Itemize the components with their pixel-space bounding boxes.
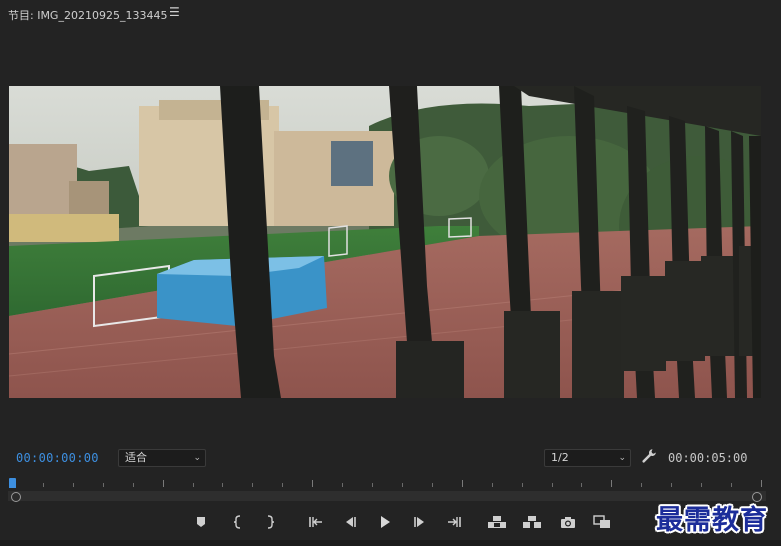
go-to-in-icon[interactable] (306, 512, 326, 532)
ruler-tick (222, 483, 224, 487)
watermark-logo: 最需教育 (656, 505, 768, 536)
ruler-tick (431, 483, 433, 487)
video-frame-image (9, 86, 761, 398)
timeline-track[interactable] (8, 491, 766, 501)
extract-icon[interactable] (522, 512, 542, 532)
hamburger-menu-icon[interactable]: ☰ (169, 5, 180, 19)
resolution-value: 1/2 (551, 451, 569, 464)
in-point-handle[interactable] (11, 492, 21, 502)
video-frame[interactable] (9, 86, 761, 398)
chevron-down-icon: ⌄ (618, 453, 626, 463)
lift-icon[interactable] (487, 512, 507, 532)
timeline-ruler[interactable] (8, 476, 766, 504)
ruler-tick (372, 483, 374, 487)
ruler-tick (132, 483, 134, 487)
program-monitor[interactable] (0, 28, 781, 438)
comparison-view-icon[interactable] (592, 512, 612, 532)
ruler-tick (42, 483, 44, 487)
export-frame-icon[interactable] (558, 512, 578, 532)
mark-out-icon[interactable] (260, 512, 280, 532)
ruler-tick (671, 483, 673, 487)
ruler-tick (581, 483, 583, 487)
panel-title[interactable]: 节目: IMG_20210925_133445 (8, 7, 167, 23)
ruler-tick (491, 483, 493, 487)
mark-in-icon[interactable] (228, 512, 248, 532)
playhead[interactable] (9, 478, 16, 488)
ruler-tick (312, 480, 314, 487)
ruler-tick (72, 483, 74, 487)
ruler-tick (252, 483, 254, 487)
panel-bottom-edge (0, 540, 781, 546)
step-forward-icon[interactable] (410, 512, 430, 532)
ruler-tick (342, 483, 344, 487)
ruler-tick (192, 483, 194, 487)
ruler-tick (701, 483, 703, 487)
step-back-icon[interactable] (340, 512, 360, 532)
ruler-tick (461, 480, 463, 487)
ruler-tick (102, 483, 104, 487)
resolution-select[interactable]: 1/2 ⌄ (544, 449, 631, 467)
ruler-tick (611, 480, 613, 487)
add-marker-icon[interactable] (191, 512, 211, 532)
ruler-tick (761, 480, 762, 487)
current-timecode[interactable]: 00:00:00:00 (16, 451, 99, 465)
ruler-tick (551, 483, 553, 487)
ruler-tick (521, 483, 523, 487)
go-to-out-icon[interactable] (444, 512, 464, 532)
duration-timecode: 00:00:05:00 (668, 451, 748, 465)
panel-header: 节目: IMG_20210925_133445 ☰ (0, 0, 781, 28)
play-icon[interactable] (375, 512, 395, 532)
ruler-tick (641, 483, 643, 487)
ruler-tick (282, 483, 284, 487)
ruler-tick (401, 483, 403, 487)
settings-wrench-icon[interactable] (641, 448, 657, 464)
chevron-down-icon: ⌄ (193, 453, 201, 463)
zoom-level-value: 适合 (125, 451, 147, 464)
ruler-tick (162, 480, 164, 487)
ruler-tick (731, 483, 733, 487)
zoom-level-select[interactable]: 适合 ⌄ (118, 449, 206, 467)
